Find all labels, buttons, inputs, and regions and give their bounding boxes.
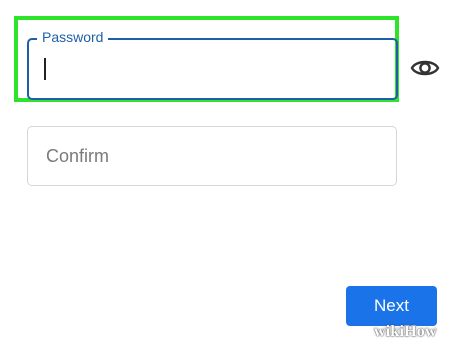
password-field[interactable] (27, 38, 398, 100)
eye-icon[interactable] (410, 55, 440, 81)
wikihow-watermark: wikiHow (374, 323, 437, 340)
confirm-placeholder: Confirm (46, 146, 110, 166)
password-label: Password (37, 28, 109, 46)
eye-icon-graphic (410, 60, 440, 76)
next-button[interactable]: Next (346, 286, 437, 326)
text-cursor (44, 58, 46, 80)
password-form-page: Password Confirm Next wikiHow (0, 0, 460, 345)
